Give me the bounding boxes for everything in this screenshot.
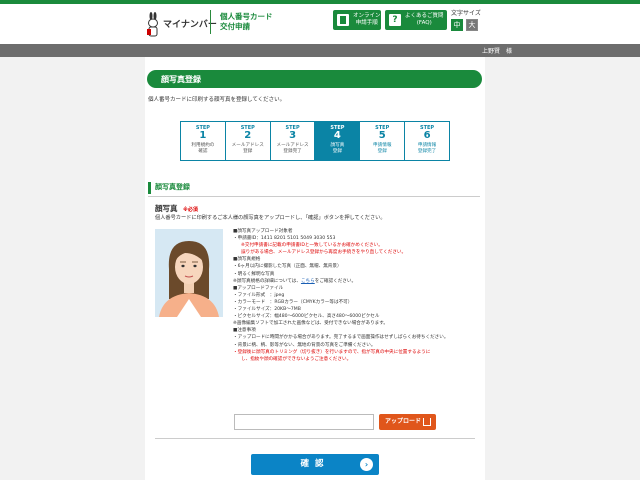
notes-spec-2: ・明るく鮮明な写真: [233, 271, 275, 277]
step-6: STEP 6 申請情報 登録完了: [405, 122, 449, 160]
step-name-line1: 顔写真: [330, 143, 345, 148]
notes-pixel-size: ・ピクセルサイズ：幅480〜6000ピクセル、高さ480〜6000ピクセル: [233, 314, 380, 320]
online-guide-label-line1: オンライン: [353, 13, 381, 19]
notes-caution-1: ・アップロードに時間がかかる場合があります。完了するまで画面操作はせずしばらくお…: [233, 335, 449, 341]
upload-button-label: アップロード: [385, 418, 422, 425]
chevron-right-icon: ›: [360, 458, 373, 471]
notes-id-warning-2: 誤りがある場合、メールアドレス登録から再度お手続きをやり直してください。: [241, 250, 407, 256]
page-title: 顔写真登録: [161, 75, 201, 84]
step-number: 5: [378, 130, 386, 141]
step-name-line2: 確認: [198, 149, 208, 154]
required-badge: ※必須: [183, 207, 198, 213]
step-1: STEP 1 利用規約の 確認: [181, 122, 226, 160]
notes-spec-heading: ■顔写真規格: [233, 257, 261, 263]
notes-spec-1: ・6ヶ月以内に撮影した写真（正面、無帽、無背景）: [233, 264, 342, 270]
font-size-label: 文字サイズ: [451, 10, 481, 17]
step-name-line1: 利用規約の: [191, 143, 215, 148]
section-divider: [148, 196, 480, 197]
step-name-line1: メールアドレス: [231, 143, 264, 148]
file-path-input[interactable]: [234, 414, 374, 430]
step-indicator: STEP 1 利用規約の 確認 STEP 2 メールアドレス 登録 STEP 3 メ…: [180, 121, 450, 161]
step-name-line1: 申請情報: [417, 143, 437, 148]
step-5: STEP 5 申請情報 登録: [360, 122, 406, 160]
app-title-line2: 交付申請: [220, 22, 250, 31]
notes-caution-4: し、指紋や顔の確認ができないようご注意ください。: [241, 356, 352, 362]
step-name-line2: 登録: [243, 149, 253, 154]
step-number: 1: [199, 130, 207, 141]
notes-file-size: ・ファイルサイズ：20KB〜7MB: [233, 307, 301, 313]
step-name-line2: 登録: [377, 149, 387, 154]
step-name: メールアドレス 登録完了: [271, 143, 315, 155]
question-icon: ?: [389, 14, 401, 26]
step-3: STEP 3 メールアドレス 登録完了: [270, 122, 316, 160]
site-header: [0, 4, 640, 44]
mynumber-mascot-logo: [147, 12, 158, 37]
font-size-medium-button[interactable]: 中: [451, 19, 463, 31]
app-title-line1: 個人番号カード: [220, 12, 273, 21]
step-number: 3: [289, 130, 297, 141]
upload-icon: [423, 418, 431, 426]
step-name-line2: 登録: [332, 149, 342, 154]
faq-label: よくあるご質問 (FAQ): [405, 13, 444, 27]
online-guide-label-line2: 申請手順: [355, 20, 378, 26]
online-guide-label: オンライン 申請手順: [353, 13, 381, 27]
step-number: 6: [423, 130, 431, 141]
notes-caution-3: ・登録後に顔写真のトリミング（切り抜き）を行いますので、指が写真の中央に位置する…: [233, 349, 431, 355]
step-number: 2: [244, 130, 252, 141]
notes-spec-detail-text: ※顔写真規格の詳細については、: [233, 278, 301, 284]
user-bar: 上野賢 様: [0, 44, 640, 57]
notes-spec-detail: ※顔写真規格の詳細については、こちらをご確認ください。: [233, 278, 483, 285]
step-name-line2: 登録完了: [417, 149, 437, 154]
notes-color-mode: ・カラーモード ：RGBカラー（CMYKカラー等は不可）: [233, 299, 353, 305]
header-divider: [210, 10, 211, 34]
step-number: 4: [333, 130, 341, 141]
photo-requirements: ■顔写真アップロード対象者 ・申請書ID：1411 8201 5101 5049…: [233, 228, 483, 363]
faq-button[interactable]: ? よくあるご質問 (FAQ): [385, 10, 447, 30]
notes-edited-warning: ※画像編集ソフトで加工された画像などは、受付できない場合があります。: [233, 321, 388, 327]
notes-target-heading: ■顔写真アップロード対象者: [233, 229, 293, 234]
app-title: 個人番号カード 交付申請: [220, 12, 273, 32]
notes-id-warning: ※交付申請書に記載の申請書IDと一致しているかお確かめください。: [241, 243, 383, 249]
user-name: 上野賢 様: [481, 48, 512, 55]
notes-caution-2: ・背景に柄、柄、影等がない、無地の背景の写真をご準備ください。: [233, 342, 376, 348]
step-name: 利用規約の 確認: [181, 143, 225, 155]
confirm-button[interactable]: 確認 ›: [251, 454, 379, 475]
online-guide-button[interactable]: オンライン 申請手順: [333, 10, 381, 30]
upload-button[interactable]: アップロード: [379, 414, 436, 430]
step-name-line2: 登録完了: [283, 149, 302, 154]
logo-text: マイナンバー: [163, 20, 217, 30]
step-name: メールアドレス 登録: [226, 143, 270, 155]
step-2: STEP 2 メールアドレス 登録: [225, 122, 271, 160]
step-name-line1: 申請情報: [373, 143, 392, 148]
book-icon: [337, 14, 349, 26]
notes-caution-heading: ■注意事項: [233, 328, 256, 334]
photo-description: 個人番号カードに印刷するご本人様の顔写真をアップロードし、「確認」ボタンを押して…: [155, 215, 386, 221]
step-name-line1: メールアドレス: [276, 143, 309, 148]
faq-label-line2: (FAQ): [416, 20, 432, 26]
spec-detail-link[interactable]: こちら: [301, 279, 315, 284]
step-name: 申請情報 登録: [360, 143, 404, 155]
page-title-bar: 顔写真登録: [147, 70, 482, 88]
page-intro: 個人番号カードに印刷する顔写真を登録してください。: [148, 97, 286, 103]
font-size-large-button[interactable]: 大: [466, 19, 478, 31]
sample-photo: [155, 229, 223, 317]
notes-application-id: ・申請書ID：1411 8201 5101 5049 3030 553: [233, 236, 336, 242]
section-heading: 顔写真登録: [148, 182, 480, 194]
step-4: STEP 4 顔写真 登録: [315, 122, 361, 160]
notes-spec-detail-tail: をご確認ください。: [314, 278, 357, 284]
notes-file-heading: ■アップロードファイル: [233, 285, 284, 291]
step-name: 顔写真 登録: [315, 143, 359, 155]
faq-label-line1: よくあるご質問: [405, 13, 444, 19]
sample-face-illustration: [155, 229, 223, 317]
confirm-button-label: 確認: [300, 459, 330, 469]
notes-file-format: ・ファイル形式 ：jpeg: [233, 292, 285, 298]
step-name: 申請情報 登録完了: [405, 143, 449, 155]
bottom-divider: [155, 438, 475, 439]
photo-label: 顔写真: [155, 204, 178, 213]
